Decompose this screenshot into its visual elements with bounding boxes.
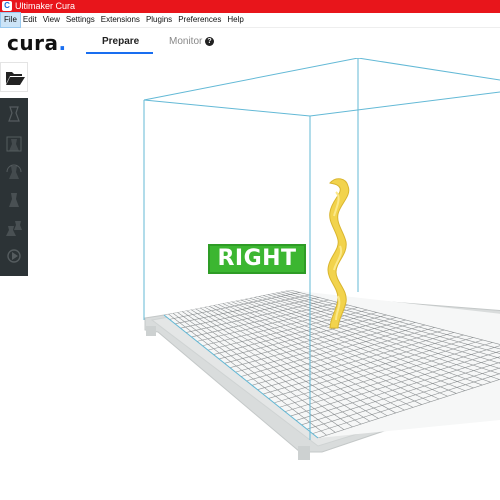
support-blocker-icon[interactable] (4, 246, 24, 266)
tab-prepare-underline (86, 52, 153, 54)
menu-settings[interactable]: Settings (63, 13, 98, 27)
open-file-button[interactable] (0, 62, 28, 92)
plate-foot-left (146, 326, 156, 336)
menu-file[interactable]: File (0, 12, 21, 28)
app-header: cura. Prepare Monitor ? (0, 28, 500, 58)
menu-extensions[interactable]: Extensions (98, 13, 143, 27)
per-model-settings-icon[interactable] (4, 218, 24, 238)
menu-preferences[interactable]: Preferences (175, 13, 224, 27)
mirror-icon[interactable] (4, 190, 24, 210)
tools-panel (0, 98, 28, 276)
tab-prepare[interactable]: Prepare (102, 36, 139, 47)
logo-dot: . (58, 31, 67, 55)
menu-view[interactable]: View (40, 13, 63, 27)
logo-text: cura (7, 31, 59, 55)
menu-plugins[interactable]: Plugins (143, 13, 175, 27)
3d-viewport[interactable] (0, 58, 500, 500)
help-icon[interactable]: ? (205, 37, 214, 46)
tab-monitor[interactable]: Monitor (169, 36, 202, 47)
cura-app-icon: C (2, 1, 12, 11)
menu-help[interactable]: Help (224, 13, 246, 27)
menu-edit[interactable]: Edit (20, 13, 40, 27)
plate-foot-front (298, 446, 310, 460)
folder-open-icon (6, 72, 25, 85)
scale-icon[interactable] (4, 134, 24, 154)
rotate-icon[interactable] (4, 162, 24, 182)
cura-logo: cura. (7, 31, 67, 55)
move-icon[interactable] (4, 104, 24, 124)
title-bar: C Ultimaker Cura (0, 0, 500, 13)
menu-bar: File Edit View Settings Extensions Plugins Pre… (0, 12, 500, 28)
window-title: Ultimaker Cura (15, 1, 76, 11)
view-orientation-label: RIGHT (208, 244, 306, 274)
